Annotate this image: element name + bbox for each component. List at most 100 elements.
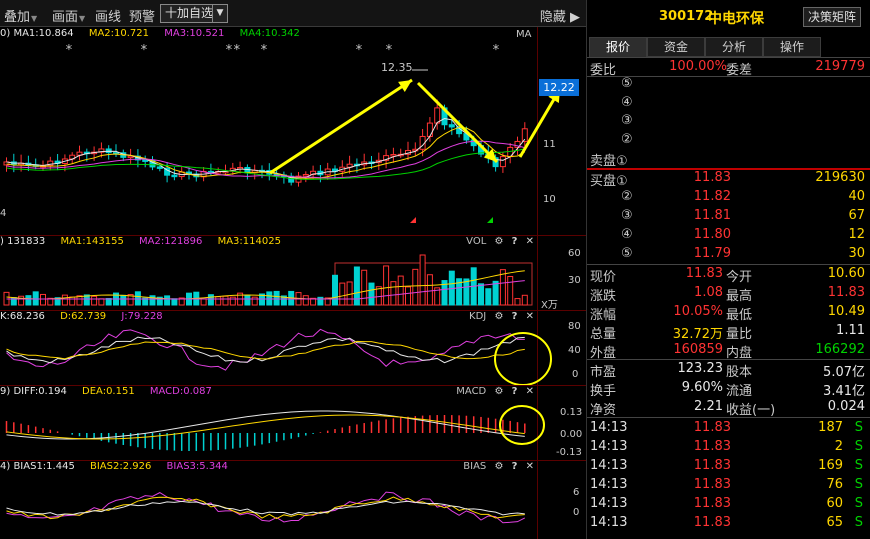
- screen-menu[interactable]: 画面▼: [52, 6, 85, 25]
- kdj-legend: K:68.236 D:62.739 J:79.228: [0, 311, 175, 325]
- settings-gear-icon[interactable]: ⚙: [494, 311, 503, 322]
- chart-area[interactable]: 叠加▼ 画面▼ 画线 预警 十加自选 ▼ 隐藏 ▶ * * ** * * * * 0) MA…: [0, 0, 586, 539]
- macd-y-tick-zero: 0.00: [560, 429, 583, 440]
- volume-bar: [61, 294, 68, 306]
- fund-stat-label: 流通: [726, 384, 753, 399]
- tab-quote[interactable]: 报价: [589, 37, 647, 57]
- tick-row[interactable]: 14:13 11.83 65 S: [587, 514, 870, 533]
- quote-stat-row: 总量 32.72万 量比 1.11: [587, 322, 870, 342]
- kdj-d-label: D:62.739: [60, 311, 107, 322]
- volume-bar: [419, 254, 426, 306]
- bias-legend: 4) BIAS1:1.445 BIAS2:2.926 BIAS3:5.344: [0, 461, 240, 475]
- hide-panel-button[interactable]: 隐藏 ▶: [540, 6, 580, 25]
- settings-gear-icon[interactable]: ⚙: [494, 386, 503, 397]
- settings-gear-icon[interactable]: ⚙: [494, 461, 503, 472]
- tick-price: 11.83: [693, 515, 731, 530]
- tab-analysis[interactable]: 分析: [705, 37, 763, 57]
- volume-bar: [485, 288, 492, 306]
- buy-price: 11.83: [693, 170, 731, 185]
- vol-y-tick-30: 30: [568, 275, 581, 286]
- kdj-tools: KDJ ⚙ ? ✕: [469, 311, 534, 322]
- volume-bar: [164, 295, 171, 306]
- volume-bar: [69, 296, 76, 306]
- alert-button[interactable]: 预警: [129, 6, 155, 25]
- quote-stat-label: 今开: [726, 270, 753, 285]
- decision-matrix-button[interactable]: 决策矩阵: [802, 7, 861, 27]
- tick-time: 14:13: [590, 439, 628, 454]
- sell-order-row: 卖盘①: [587, 149, 870, 170]
- candle-body: [156, 166, 163, 169]
- star-marker: *: [355, 43, 363, 58]
- ma1-label: 0) MA1:10.864: [0, 28, 74, 39]
- settings-gear-icon[interactable]: ⚙: [494, 236, 503, 247]
- volume-bar: [332, 274, 338, 306]
- kdj-k-label: K:68.236: [0, 311, 45, 322]
- volume-bar: [207, 294, 214, 306]
- macd-indicator-name[interactable]: MACD: [456, 386, 486, 397]
- ma3-label: MA3:10.521: [164, 28, 225, 39]
- kdj-pane[interactable]: K:68.236 D:62.739 J:79.228 KDJ ⚙ ? ✕ 80 …: [0, 310, 586, 385]
- annotation-arrow-up: [269, 78, 413, 175]
- volume-bar: [514, 298, 521, 306]
- macd-pane[interactable]: 9) DIFF:0.194 DEA:0.151 MACD:0.087 MACD …: [0, 385, 586, 460]
- quote-stat-value: 166292: [815, 342, 865, 357]
- help-icon[interactable]: ?: [512, 461, 518, 472]
- tick-row[interactable]: 14:13 11.83 2 S: [587, 438, 870, 457]
- tick-volume: 65: [826, 515, 843, 530]
- tick-row[interactable]: 14:13 11.83 187 S: [587, 419, 870, 438]
- close-icon[interactable]: ✕: [526, 236, 534, 247]
- bias1-line: [6, 500, 525, 516]
- kdj-indicator-name[interactable]: KDJ: [469, 311, 486, 322]
- bias-tools: BIAS ⚙ ? ✕: [463, 461, 534, 472]
- close-icon[interactable]: ✕: [526, 386, 534, 397]
- tick-row[interactable]: 14:13 11.83 76 S: [587, 476, 870, 495]
- tick-price: 11.83: [693, 458, 731, 473]
- tick-row[interactable]: 14:13 11.83 169 S: [587, 457, 870, 476]
- draw-line-button[interactable]: 画线: [95, 6, 121, 25]
- macd-dea-line: [6, 414, 525, 440]
- fund-stat-value: 0.024: [827, 399, 865, 414]
- volume-bar: [40, 293, 46, 306]
- stock-code: 300172: [659, 9, 714, 24]
- row-divider: [587, 417, 870, 418]
- tab-funds[interactable]: 资金: [647, 37, 705, 57]
- close-icon[interactable]: ✕: [526, 461, 534, 472]
- volume-bar: [302, 295, 309, 306]
- bias2-label: BIAS2:2.926: [90, 461, 152, 472]
- vol-value-label: ) 131833: [0, 236, 46, 247]
- volume-bar: [244, 294, 251, 306]
- y-tick-10: 10: [543, 194, 556, 205]
- volume-pane[interactable]: ) 131833 MA1:143155 MA2:121896 MA3:11402…: [0, 235, 586, 311]
- macd-diff-line: [6, 410, 525, 440]
- quote-stat-row: 现价 11.83 今开 10.60: [587, 265, 870, 285]
- help-icon[interactable]: ?: [512, 311, 518, 322]
- quote-stat-value: 11.83: [827, 285, 865, 300]
- current-price-tag: 12.22: [539, 79, 579, 96]
- vol-indicator-name[interactable]: VOL: [466, 236, 486, 247]
- help-icon[interactable]: ?: [512, 386, 518, 397]
- tick-row[interactable]: 14:13 11.83 60 S: [587, 495, 870, 514]
- quote-stat-label: 总量: [590, 327, 617, 342]
- tick-price: 11.83: [693, 496, 731, 511]
- add-watchlist-dropdown-icon[interactable]: ▼: [212, 4, 228, 23]
- add-watchlist-button[interactable]: 十加自选: [160, 4, 219, 23]
- close-icon[interactable]: ✕: [526, 311, 534, 322]
- bias-indicator-name[interactable]: BIAS: [463, 461, 486, 472]
- volume-bar: [222, 295, 229, 306]
- help-icon[interactable]: ?: [512, 236, 518, 247]
- volume-bar: [397, 275, 404, 306]
- overlay-menu[interactable]: 叠加▼: [4, 6, 37, 25]
- volume-bar: [390, 281, 397, 306]
- quote-stat-value: 10.60: [827, 266, 865, 281]
- volume-bar: [521, 294, 528, 306]
- buy-level-label: ⑤: [621, 246, 633, 261]
- screen-dropdown-icon: ▼: [79, 14, 86, 23]
- quote-stat-value: 10.49: [827, 304, 865, 319]
- fund-stat-row: 市盈 123.23 股本 5.07亿: [587, 360, 870, 380]
- bias-pane[interactable]: 4) BIAS1:1.445 BIAS2:2.926 BIAS3:5.344 B…: [0, 460, 586, 539]
- tab-operation[interactable]: 操作: [763, 37, 821, 57]
- sell-level-label: 卖盘①: [590, 154, 628, 170]
- candlestick-pane[interactable]: * * ** * * * * 0) MA1:10.864 MA2:10.721 MA3:10…: [0, 27, 586, 235]
- ma-indicator-tag[interactable]: MA: [516, 29, 531, 40]
- volume-bar: [361, 269, 368, 306]
